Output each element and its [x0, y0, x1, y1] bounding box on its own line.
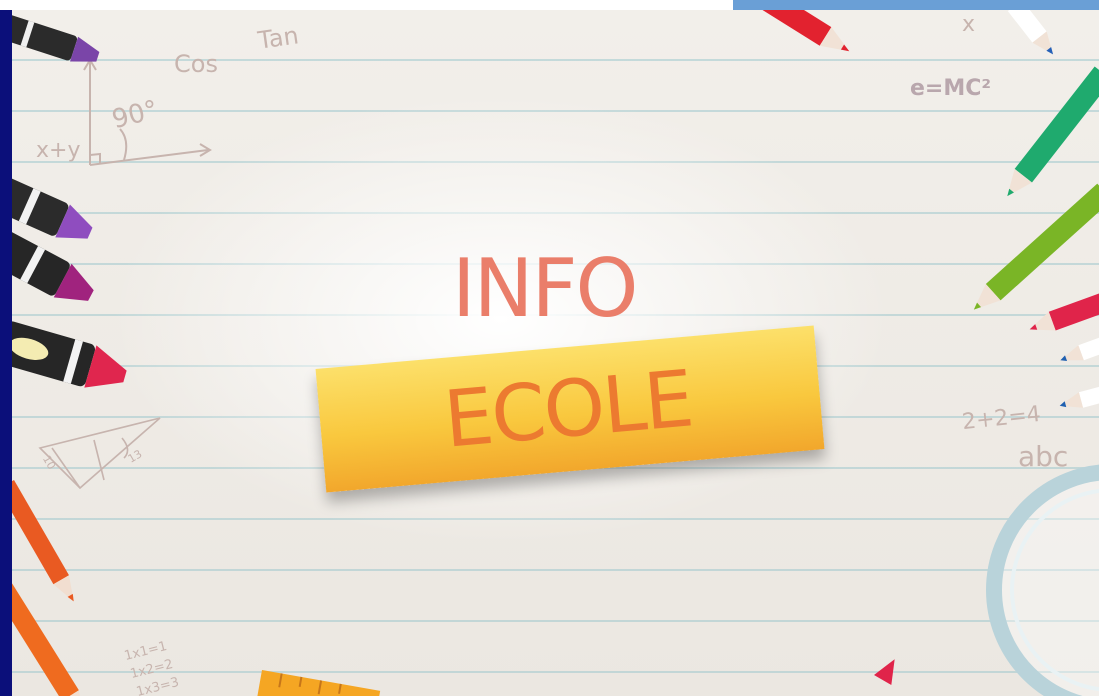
pencil-blue-2 — [1059, 384, 1099, 408]
sketch-x: x — [962, 12, 976, 37]
crayon-purple-top — [12, 13, 100, 62]
triangle-sketch — [38, 417, 161, 490]
magnifier — [986, 464, 1099, 696]
sketch-tan: Tan — [256, 21, 301, 55]
sketch-abc: abc — [1018, 440, 1069, 473]
pencil-red-right — [1029, 291, 1099, 331]
pencil-orange-1 — [12, 480, 74, 602]
pencil-red-bottom — [874, 659, 895, 685]
pencil-blue-1 — [1060, 334, 1099, 362]
crayon-magenta — [12, 231, 94, 301]
crayon-red — [12, 321, 127, 388]
crayon-purple — [12, 177, 93, 239]
sketch-xy: x+y — [36, 138, 81, 163]
pencil-orange-2 — [12, 580, 85, 696]
pencil-green — [973, 183, 1099, 310]
hero-title-info: INFO — [452, 242, 638, 335]
ruler-orange — [255, 670, 381, 696]
pencil-red-top — [760, 10, 850, 52]
lined-paper-background: Tan Cos 90° x+y e=MC² x 2+2=4 abc 10 13 … — [12, 10, 1099, 696]
pencil-blue-top — [1007, 10, 1054, 55]
pencil-teal — [1007, 66, 1099, 197]
sketch-cos: Cos — [174, 50, 218, 78]
sketch-emc: e=MC² — [910, 76, 992, 101]
